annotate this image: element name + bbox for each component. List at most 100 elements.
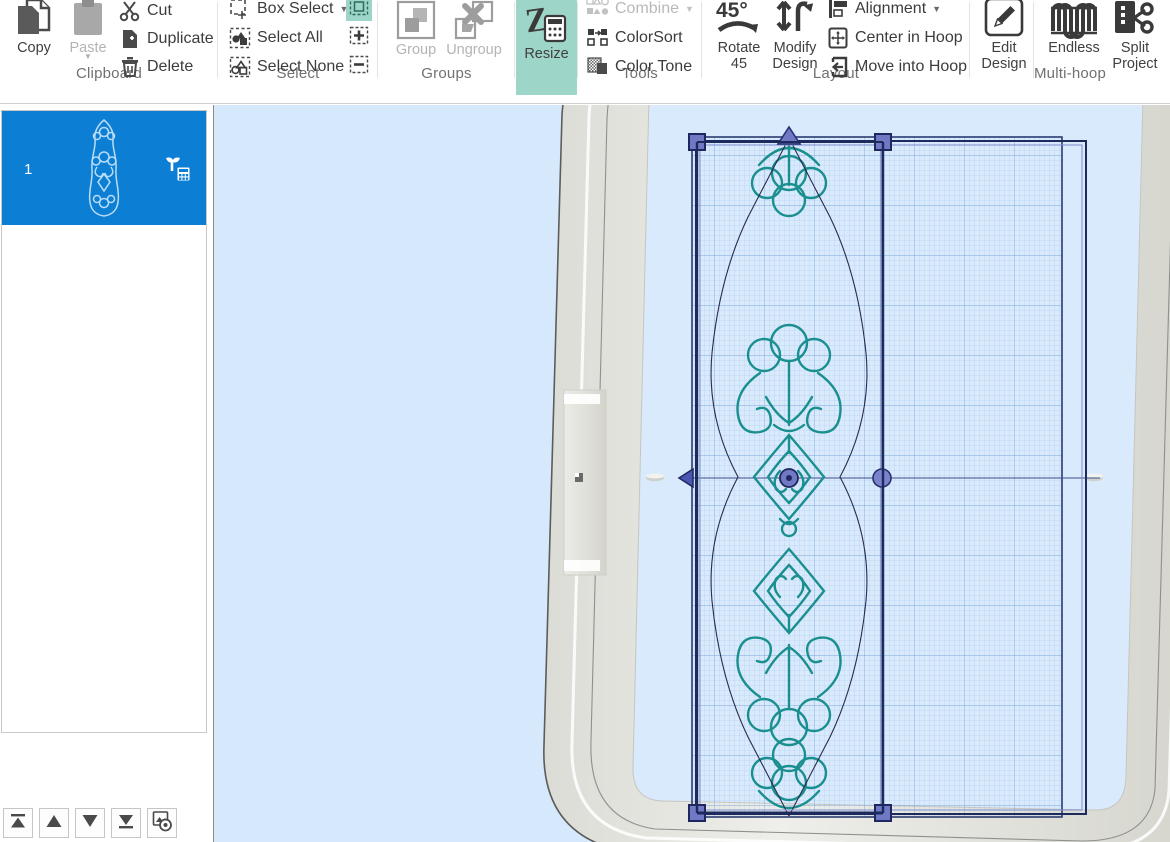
paste-dropdown-caret[interactable]: ▼ (84, 52, 92, 61)
design-thumbnail (77, 117, 131, 219)
select-all-button[interactable]: Select All (228, 25, 323, 51)
add-to-selection-button[interactable] (346, 26, 372, 50)
move-to-front-icon (8, 811, 28, 836)
group-button[interactable]: Group (385, 0, 447, 58)
rotate-45-label-line1: Rotate (717, 40, 761, 56)
group-icon (394, 0, 438, 42)
move-into-hoop-button[interactable]: Move into Hoop (826, 54, 967, 80)
ungroup-label: Ungroup (446, 42, 502, 58)
design-preview-icon (151, 810, 173, 837)
endless-button[interactable]: Endless (1043, 0, 1105, 56)
center-in-hoop-icon (826, 26, 850, 50)
move-to-back-button[interactable] (111, 808, 141, 838)
colorsort-label: ColorSort (615, 29, 683, 46)
resize-icon: Z (525, 2, 569, 46)
rotate-45-icon: 45° (714, 0, 764, 40)
resize-button[interactable]: Z Resize (516, 0, 577, 95)
scissors-icon (118, 0, 142, 23)
ribbon-toolbar: Clipboard Copy Paste ▼ Cut Duplicate Del… (0, 0, 1170, 104)
design-canvas[interactable] (213, 105, 1170, 842)
select-none-label: Select None (257, 58, 345, 75)
select-all-icon (228, 26, 252, 50)
paste-button[interactable]: Paste ▼ (57, 0, 119, 61)
cut-label: Cut (147, 2, 172, 19)
move-backward-icon (80, 811, 100, 836)
modify-design-label-line2: Design (772, 56, 818, 72)
modify-design-label-line1: Modify (773, 40, 817, 56)
delete-button[interactable]: Delete (118, 54, 193, 80)
modify-design-icon (771, 0, 819, 40)
chevron-down-icon[interactable]: ▼ (685, 4, 694, 14)
colorsort-button[interactable]: ColorSort (586, 25, 683, 51)
ribbon-subsep-multihoop (1033, 0, 1034, 104)
combine-button[interactable]: Combine ▼ (586, 0, 694, 22)
split-project-label-line1: Split (1120, 40, 1150, 56)
split-project-button[interactable]: Split Project (1105, 0, 1165, 72)
move-forward-icon (44, 811, 64, 836)
design-list[interactable]: 1 (1, 110, 207, 733)
alignment-label: Alignment (855, 0, 927, 17)
copy-icon (15, 0, 53, 40)
group-label: Group (395, 42, 437, 58)
copy-button[interactable]: Copy (3, 0, 65, 56)
colorsort-icon (586, 26, 610, 50)
move-to-back-icon (116, 811, 136, 836)
edit-design-label-line2: Design (981, 56, 1027, 72)
trash-icon (118, 55, 142, 79)
ungroup-button[interactable]: Ungroup (443, 0, 505, 58)
center-in-hoop-button[interactable]: Center in Hoop (826, 25, 963, 51)
minus-icon (349, 55, 369, 79)
colortone-label: Color Tone (615, 58, 693, 75)
endless-icon (1046, 0, 1102, 40)
design-properties-icon[interactable] (163, 153, 193, 183)
center-anchor-handle[interactable] (779, 468, 799, 488)
cut-button[interactable]: Cut (118, 0, 172, 24)
combine-label: Combine (615, 0, 680, 17)
edit-design-icon (982, 0, 1026, 40)
chevron-down-icon[interactable]: ▼ (932, 4, 941, 14)
move-to-front-button[interactable] (3, 808, 33, 838)
rotate-45-label-line2: 45 (730, 56, 748, 72)
move-into-hoop-label: Move into Hoop (855, 58, 968, 75)
design-index-label: 1 (24, 161, 33, 178)
svg-text:45°: 45° (716, 0, 748, 22)
copy-label: Copy (17, 40, 51, 56)
duplicate-icon (118, 27, 142, 51)
list-item[interactable]: 1 (2, 111, 206, 225)
edit-design-button[interactable]: Edit Design (975, 0, 1033, 72)
design-order-toolbar (3, 808, 177, 838)
alignment-icon (826, 0, 850, 21)
colortone-icon (586, 55, 610, 79)
resize-label: Resize (524, 46, 569, 62)
box-select-toggle-button[interactable] (346, 0, 372, 21)
edit-design-label-line1: Edit (991, 40, 1017, 56)
design-preview-button[interactable] (147, 808, 177, 838)
move-forward-button[interactable] (39, 808, 69, 838)
move-into-hoop-icon (826, 55, 850, 79)
select-none-button[interactable]: Select None (228, 54, 344, 80)
duplicate-button[interactable]: Duplicate (118, 26, 214, 52)
paste-icon (71, 0, 105, 40)
ungroup-icon (452, 0, 496, 42)
box-select-label: Box Select (257, 0, 334, 17)
endless-label: Endless (1048, 40, 1100, 56)
split-project-icon (1112, 0, 1158, 40)
select-none-icon (228, 55, 252, 79)
split-project-label-line2: Project (1112, 56, 1158, 72)
duplicate-label: Duplicate (147, 30, 214, 47)
colortone-button[interactable]: Color Tone (586, 54, 692, 80)
alignment-button[interactable]: Alignment ▼ (826, 0, 941, 22)
box-select-button[interactable]: Box Select ▼ (228, 0, 348, 22)
center-in-hoop-label: Center in Hoop (855, 29, 963, 46)
box-select-icon (228, 0, 252, 21)
move-backward-button[interactable] (75, 808, 105, 838)
marquee-icon (349, 0, 369, 21)
design-panel: 1 (0, 105, 212, 842)
remove-from-selection-button[interactable] (346, 55, 372, 79)
group-label-groups: Groups (421, 65, 472, 82)
delete-label: Delete (147, 58, 194, 75)
rotate-45-button[interactable]: 45° Rotate 45 (710, 0, 768, 72)
modify-design-button[interactable]: Modify Design (766, 0, 824, 72)
combine-icon (586, 0, 610, 21)
select-all-label: Select All (257, 29, 323, 46)
